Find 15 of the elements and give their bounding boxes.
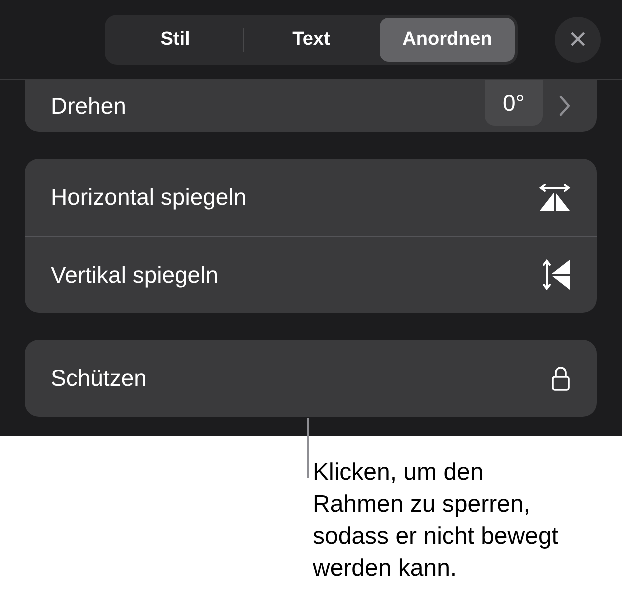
flip-horizontal-icon bbox=[539, 184, 571, 212]
lock-icon bbox=[551, 366, 571, 392]
row-label[interactable]: Horizontal spiegeln bbox=[51, 184, 539, 211]
callout-text: Klicken, um den Rahmen zu sperren, sodass er nicht bewegt werden kann. bbox=[313, 458, 560, 584]
leader-line bbox=[307, 418, 309, 478]
row-label[interactable]: Vertikal spiegeln bbox=[51, 262, 543, 288]
close-button[interactable]: ✕ bbox=[555, 16, 601, 62]
tab[interactable]: Anordnen bbox=[380, 18, 515, 62]
flip-vertical-icon bbox=[543, 259, 571, 291]
tab[interactable]: Text bbox=[244, 18, 379, 62]
chevron-icon bbox=[559, 95, 571, 117]
tab[interactable]: Stil bbox=[108, 18, 243, 62]
row-label[interactable]: Drehen bbox=[51, 92, 485, 120]
row-label[interactable]: Schützen bbox=[51, 365, 551, 392]
angle-value[interactable]: 0° bbox=[485, 80, 543, 126]
